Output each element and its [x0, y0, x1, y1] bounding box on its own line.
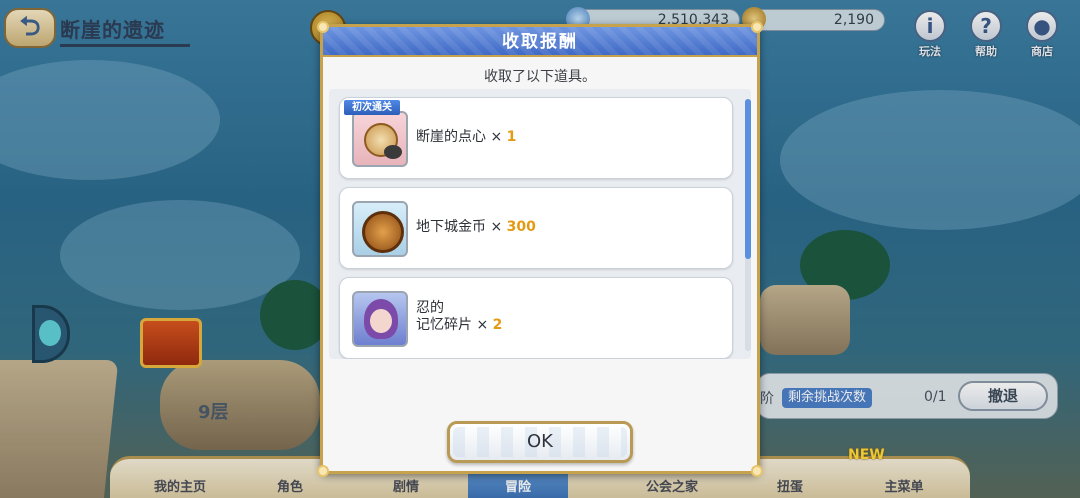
dialog-subtitle: 收取了以下道具。 [484, 69, 596, 85]
ornament-icon [751, 21, 763, 33]
reward-name-line2-wrap: 记忆碎片 × 2 [416, 317, 502, 334]
reward-item[interactable]: 忍的 记忆碎片 × 2 [339, 277, 733, 359]
times-sign: × [476, 317, 489, 333]
times-sign: × [490, 219, 503, 235]
ok-button[interactable]: OK [447, 421, 633, 463]
reward-list[interactable]: 初次通关 断崖的点心 × 1 地下城金币 × 300 忍的 记忆碎片 × 2 [329, 89, 751, 359]
reward-quantity: 2 [492, 317, 503, 333]
ok-button-label: OK [527, 431, 553, 452]
reward-name-text: 地下城金币 [416, 219, 486, 235]
reward-quantity: 1 [506, 129, 517, 145]
reward-name-line1: 忍的 [416, 300, 444, 316]
reward-item[interactable]: 初次通关 断崖的点心 × 1 [339, 97, 733, 179]
reward-dialog: 收取报酬 收取了以下道具。 初次通关 断崖的点心 × 1 地下城金币 × 300 [317, 21, 763, 477]
reward-name: 忍的 记忆碎片 × 2 [416, 300, 502, 334]
reward-name-line2: 记忆碎片 [416, 317, 472, 333]
ornament-icon [751, 465, 763, 477]
reward-item[interactable]: 地下城金币 × 300 [339, 187, 733, 269]
dialog-title: 收取报酬 [502, 32, 578, 52]
ornament-icon [317, 21, 329, 33]
reward-name-text: 断崖的点心 [416, 129, 486, 145]
reward-name: 地下城金币 × 300 [416, 219, 536, 236]
cliff-snack-icon [352, 111, 408, 167]
reward-list-scrollbar[interactable] [745, 99, 751, 351]
scrollbar-thumb[interactable] [745, 99, 751, 259]
reward-quantity: 300 [506, 219, 536, 235]
first-clear-badge: 初次通关 [344, 100, 400, 115]
times-sign: × [490, 129, 503, 145]
ornament-icon [317, 465, 329, 477]
memory-shard-icon [352, 291, 408, 347]
dungeon-coin-icon [352, 201, 408, 257]
reward-name: 断崖的点心 × 1 [416, 129, 516, 146]
